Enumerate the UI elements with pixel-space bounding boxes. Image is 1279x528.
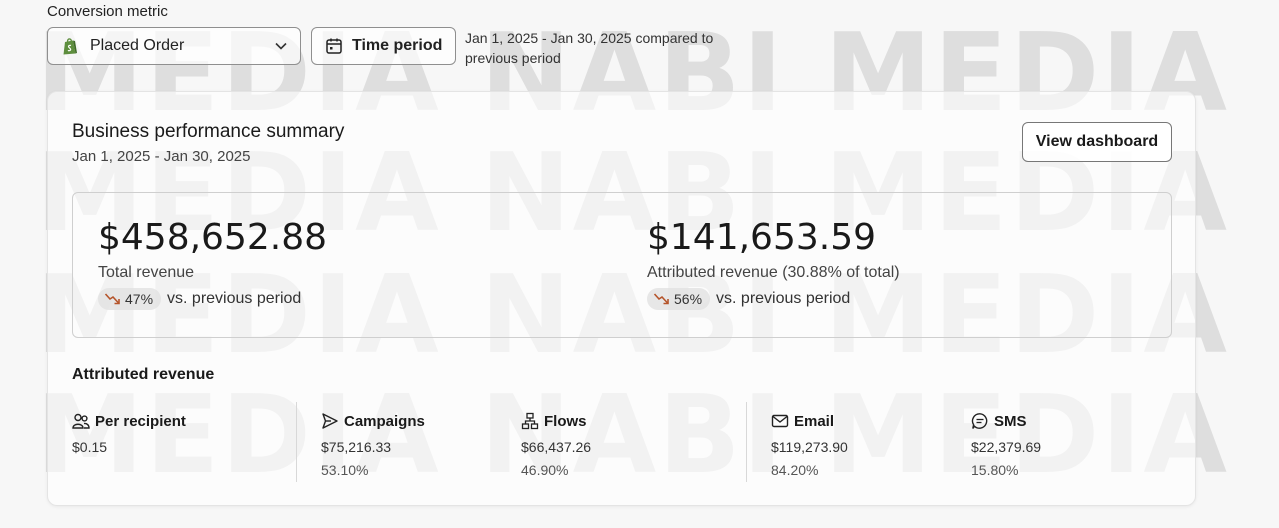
sms-icon [971,413,988,429]
attributed-revenue-value: $141,653.59 [647,217,877,258]
stat-value: $66,437.26 [521,439,592,455]
chevron-down-icon [275,42,287,50]
change-percent: 47% [125,291,154,308]
page-content: Conversion metric Placed Order Time peri… [0,0,1279,528]
trend-down-icon [653,293,669,305]
stat-percent: 53.10% [321,462,369,478]
conversion-metric-label: Conversion metric [47,3,168,20]
divider [746,402,747,482]
stat-campaigns: Campaigns $75,216.33 53.10% [321,410,521,479]
stat-percent: 84.20% [771,462,819,478]
stat-label: Campaigns [344,412,425,430]
conversion-metric-value: Placed Order [90,37,185,54]
change-suffix: vs. previous period [716,290,851,308]
stat-label: Email [794,412,835,430]
send-icon [322,413,338,429]
stat-value: $119,273.90 [771,439,848,455]
stat-label: Per recipient [95,412,186,430]
conversion-metric-select[interactable]: Placed Order [47,27,301,65]
divider [296,402,297,482]
attributed-revenue-title: Attributed revenue [72,366,215,383]
flow-icon [521,412,539,430]
time-period-label: Time period [352,37,443,54]
trend-down-icon [104,293,120,305]
stat-label: Flows [544,412,587,430]
shopify-icon [63,38,77,55]
view-dashboard-button[interactable]: View dashboard [1022,122,1172,162]
people-icon [72,413,90,429]
stat-value: $0.15 [72,439,108,455]
total-revenue-metric: $458,652.88 Total revenue 47% vs. previo… [98,217,328,311]
stat-per-recipient: Per recipient $0.15 [72,410,272,456]
business-performance-card: Business performance summary Jan 1, 2025… [47,91,1196,506]
attributed-revenue-change: 56% vs. previous period [647,288,900,311]
stat-email: Email $119,273.90 84.20% [771,410,971,479]
stat-percent: 46.90% [521,462,569,478]
card-title: Business performance summary [72,121,345,142]
revenue-summary-box: $458,652.88 Total revenue 47% vs. previo… [72,192,1172,338]
change-badge: 56% [647,288,711,311]
stat-flows: Flows $66,437.26 46.90% [521,410,721,479]
total-revenue-caption: Total revenue [98,264,195,282]
stat-label: SMS [994,412,1027,430]
attributed-revenue-metric: $141,653.59 Attributed revenue (30.88% o… [647,217,900,311]
change-badge: 47% [98,288,162,311]
change-suffix: vs. previous period [167,290,302,308]
time-period-button[interactable]: Time period [311,27,456,65]
stat-value: $75,216.33 [321,439,392,455]
total-revenue-change: 47% vs. previous period [98,288,327,311]
card-date-range: Jan 1, 2025 - Jan 30, 2025 [72,148,251,165]
total-revenue-value: $458,652.88 [98,217,328,258]
calendar-icon [326,38,342,54]
stat-value: $22,379.69 [971,439,1042,455]
change-percent: 56% [674,291,703,308]
comparison-range-text: Jan 1, 2025 - Jan 30, 2025 compared to p… [465,30,714,66]
email-icon [771,414,789,428]
stat-percent: 15.80% [971,462,1019,478]
attributed-revenue-caption: Attributed revenue (30.88% of total) [647,264,900,282]
stat-sms: SMS $22,379.69 15.80% [971,410,1171,479]
